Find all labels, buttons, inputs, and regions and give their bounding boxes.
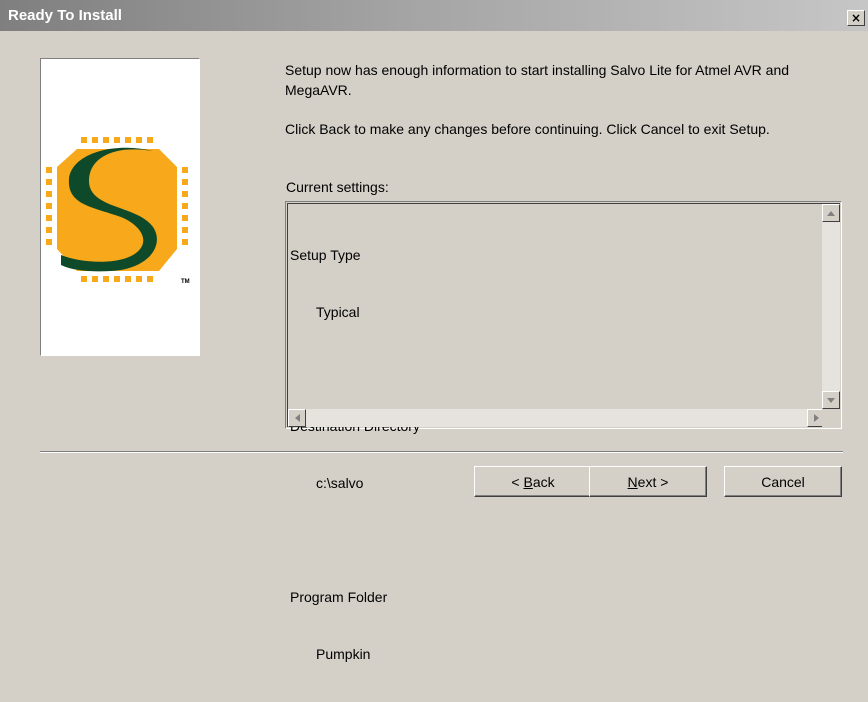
setting-value: c:\salvo	[316, 475, 364, 491]
title-bar[interactable]: Ready To Install ×	[0, 0, 868, 31]
scrollbar-corner	[822, 409, 840, 427]
back-button[interactable]: < Back	[474, 466, 592, 497]
intro-text: Setup now has enough information to star…	[285, 60, 845, 139]
arrow-down-icon	[827, 397, 835, 403]
back-accel: B	[523, 473, 533, 490]
settings-content: Setup Type Typical Destination Directory…	[290, 208, 420, 702]
scroll-left-button[interactable]	[288, 409, 306, 427]
logo-panel: TM	[40, 58, 200, 356]
cancel-button[interactable]: Cancel	[724, 466, 842, 497]
next-accel: N	[627, 473, 638, 490]
arrow-left-icon	[294, 414, 300, 422]
intro-line: Setup now has enough information to star…	[285, 62, 790, 78]
window-title: Ready To Install	[8, 7, 122, 24]
settings-textbox[interactable]: Setup Type Typical Destination Directory…	[285, 201, 842, 662]
close-button[interactable]: ×	[847, 10, 865, 26]
arrow-right-icon	[813, 414, 819, 422]
setting-value: Typical	[316, 304, 360, 320]
next-label: ext	[637, 473, 657, 490]
vertical-scrollbar[interactable]	[822, 204, 840, 409]
setting-heading: Setup Type	[290, 247, 361, 263]
setting-value: Pumpkin	[316, 646, 371, 662]
button-divider	[40, 451, 843, 453]
arrow-up-icon	[827, 210, 835, 216]
current-settings-label: Current settings:	[286, 179, 389, 195]
close-icon: ×	[850, 11, 862, 25]
salvo-logo-icon: TM	[46, 137, 190, 285]
back-arrow: <	[511, 473, 520, 490]
scroll-up-button[interactable]	[822, 204, 840, 222]
setting-heading: Program Folder	[290, 589, 388, 605]
horizontal-scrollbar[interactable]	[288, 409, 825, 427]
next-arrow: >	[660, 473, 669, 490]
intro-line: MegaAVR.	[285, 82, 352, 98]
next-button[interactable]: Next >	[589, 466, 707, 497]
intro-line: Click Back to make any changes before co…	[285, 121, 770, 137]
scroll-down-button[interactable]	[822, 391, 840, 409]
trademark-label: TM	[181, 279, 190, 285]
back-label: ack	[532, 473, 555, 490]
